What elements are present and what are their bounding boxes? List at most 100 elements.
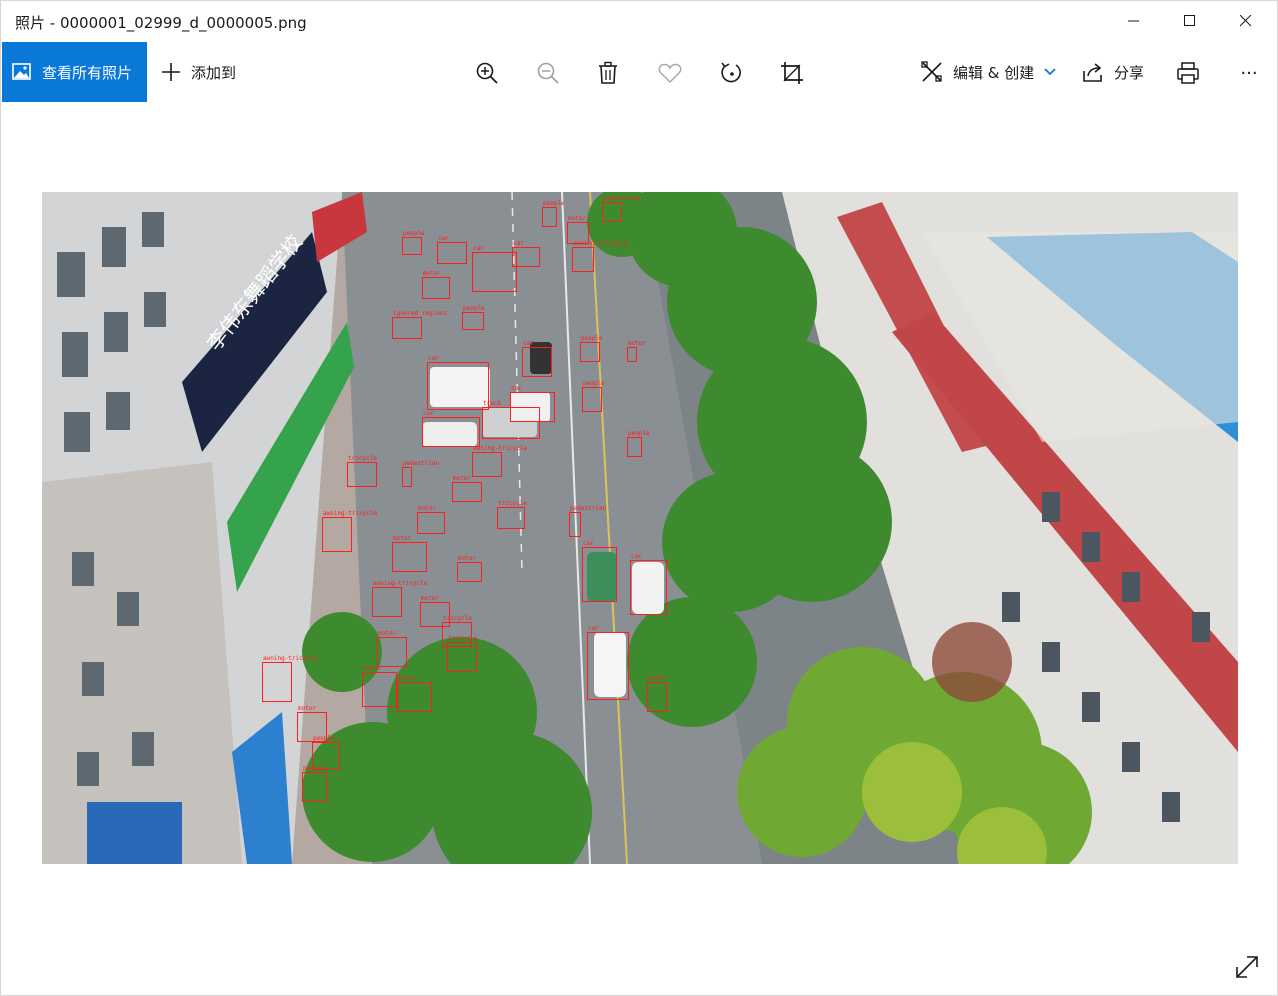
detection-box: people xyxy=(462,306,485,330)
detection-label: car xyxy=(523,340,534,347)
detection-label: ignored regions xyxy=(393,310,448,317)
detection-box: awning-tricycle xyxy=(572,241,627,272)
edit-create-button[interactable]: 编辑 & 创建 xyxy=(921,42,1056,102)
detection-box: awning-tricycle xyxy=(472,446,527,477)
photo-icon xyxy=(12,62,32,82)
detection-label: awning-tricycle xyxy=(473,445,528,452)
detection-box: car xyxy=(582,541,617,602)
crop-icon xyxy=(781,62,803,84)
detection-box: awning-tricycle xyxy=(372,581,427,617)
minimize-button[interactable] xyxy=(1105,1,1163,41)
share-icon xyxy=(1083,63,1102,82)
fullscreen-button[interactable] xyxy=(1233,953,1261,981)
detection-box: motor xyxy=(422,271,450,299)
edit-create-icon xyxy=(921,61,942,82)
detection-box: motor xyxy=(377,631,407,667)
detection-box: car xyxy=(437,236,467,264)
detection-label: awning-tricycle xyxy=(263,655,318,662)
detection-box: people xyxy=(542,201,565,227)
detection-box: people xyxy=(580,336,603,362)
detection-label: people xyxy=(303,765,325,772)
detection-label: motor xyxy=(423,270,442,277)
delete-button[interactable] xyxy=(593,58,623,88)
toolbar: 查看所有照片 添加到 编辑 & 创建 分享 ··· xyxy=(1,42,1277,102)
detection-box: car xyxy=(472,246,517,292)
crop-button[interactable] xyxy=(777,58,807,88)
share-button[interactable]: 分享 xyxy=(1082,42,1144,102)
maximize-icon xyxy=(1184,15,1195,26)
photo-viewer-image[interactable]: 李伟东舞蹈学校 people car car car people motor … xyxy=(42,192,1238,864)
favorite-button[interactable] xyxy=(655,58,685,88)
detection-label: truck xyxy=(483,400,502,407)
detection-label: car xyxy=(423,410,434,417)
minimize-icon xyxy=(1128,20,1139,22)
detection-box: tricycle xyxy=(447,636,477,672)
title-bar[interactable]: 照片 - 0000001_02999_d_0000005.png xyxy=(1,1,1277,41)
share-label: 分享 xyxy=(1114,63,1145,82)
rotate-icon xyxy=(721,62,741,83)
detection-label: pedestrian xyxy=(603,195,640,202)
detection-label: motor xyxy=(398,675,417,682)
detection-label: tricycle xyxy=(348,455,377,462)
add-to-button[interactable]: 添加到 xyxy=(161,42,236,102)
detection-label: car xyxy=(583,540,594,547)
detection-label: motor xyxy=(453,475,472,482)
detection-box: motor xyxy=(362,666,397,707)
detection-box: motor xyxy=(397,676,432,712)
detection-box: car xyxy=(587,626,629,700)
detection-label: motor xyxy=(628,340,647,347)
rotate-button[interactable] xyxy=(716,58,746,88)
view-all-photos-button[interactable]: 查看所有照片 xyxy=(2,42,147,102)
print-button[interactable] xyxy=(1173,58,1203,88)
edit-create-label: 编辑 & 创建 xyxy=(953,63,1035,82)
detection-box: motor xyxy=(452,476,482,502)
detection-label: car xyxy=(438,235,449,242)
detection-box: motor xyxy=(627,341,646,362)
zoom-out-icon xyxy=(537,62,559,84)
detection-label: people xyxy=(583,380,605,387)
detection-label: people xyxy=(628,430,650,437)
detection-box: pedestrian xyxy=(602,196,639,222)
detection-box: people xyxy=(302,766,327,802)
detection-label: people xyxy=(313,735,335,742)
detection-label: pedestrian xyxy=(570,505,607,512)
zoom-out-button[interactable] xyxy=(533,58,563,88)
detection-label: car xyxy=(428,355,439,362)
detection-box: motor xyxy=(647,676,667,712)
detection-label: car xyxy=(588,625,599,632)
detection-box: motor xyxy=(417,506,445,534)
detection-label: car xyxy=(513,240,524,247)
detection-label: awning-tricycle xyxy=(373,580,428,587)
detection-label: motor xyxy=(363,665,382,672)
detection-box: people xyxy=(582,381,605,412)
detection-box: people xyxy=(402,231,425,255)
detection-label: motor xyxy=(421,595,440,602)
detection-box: car xyxy=(630,554,667,615)
zoom-in-icon xyxy=(476,62,498,84)
more-options-button[interactable]: ··· xyxy=(1234,58,1264,88)
delete-icon xyxy=(599,61,617,84)
detection-label: motor xyxy=(458,555,477,562)
detection-label: awning-tricycle xyxy=(323,510,378,517)
detection-box: tricycle xyxy=(347,456,377,487)
zoom-in-button[interactable] xyxy=(472,58,502,88)
detection-label: car xyxy=(631,553,642,560)
view-all-photos-label: 查看所有照片 xyxy=(42,63,133,82)
expand-icon xyxy=(1236,956,1258,978)
detection-label: awning-tricycle xyxy=(573,240,628,247)
detection-label: tricycle xyxy=(498,500,527,507)
detection-box: car xyxy=(427,356,489,410)
detection-box: tricycle xyxy=(497,501,527,529)
print-icon xyxy=(1177,62,1199,84)
plus-icon xyxy=(162,63,180,81)
close-button[interactable] xyxy=(1217,1,1275,41)
detection-box: car xyxy=(522,341,552,377)
detection-label: people xyxy=(581,335,603,342)
detection-label: car xyxy=(511,385,522,392)
detection-label: motor xyxy=(418,505,437,512)
add-to-label: 添加到 xyxy=(191,63,237,82)
detection-label: motor xyxy=(298,705,317,712)
detection-box: motor xyxy=(392,536,427,572)
maximize-button[interactable] xyxy=(1161,1,1219,41)
detection-box: car xyxy=(512,241,540,267)
